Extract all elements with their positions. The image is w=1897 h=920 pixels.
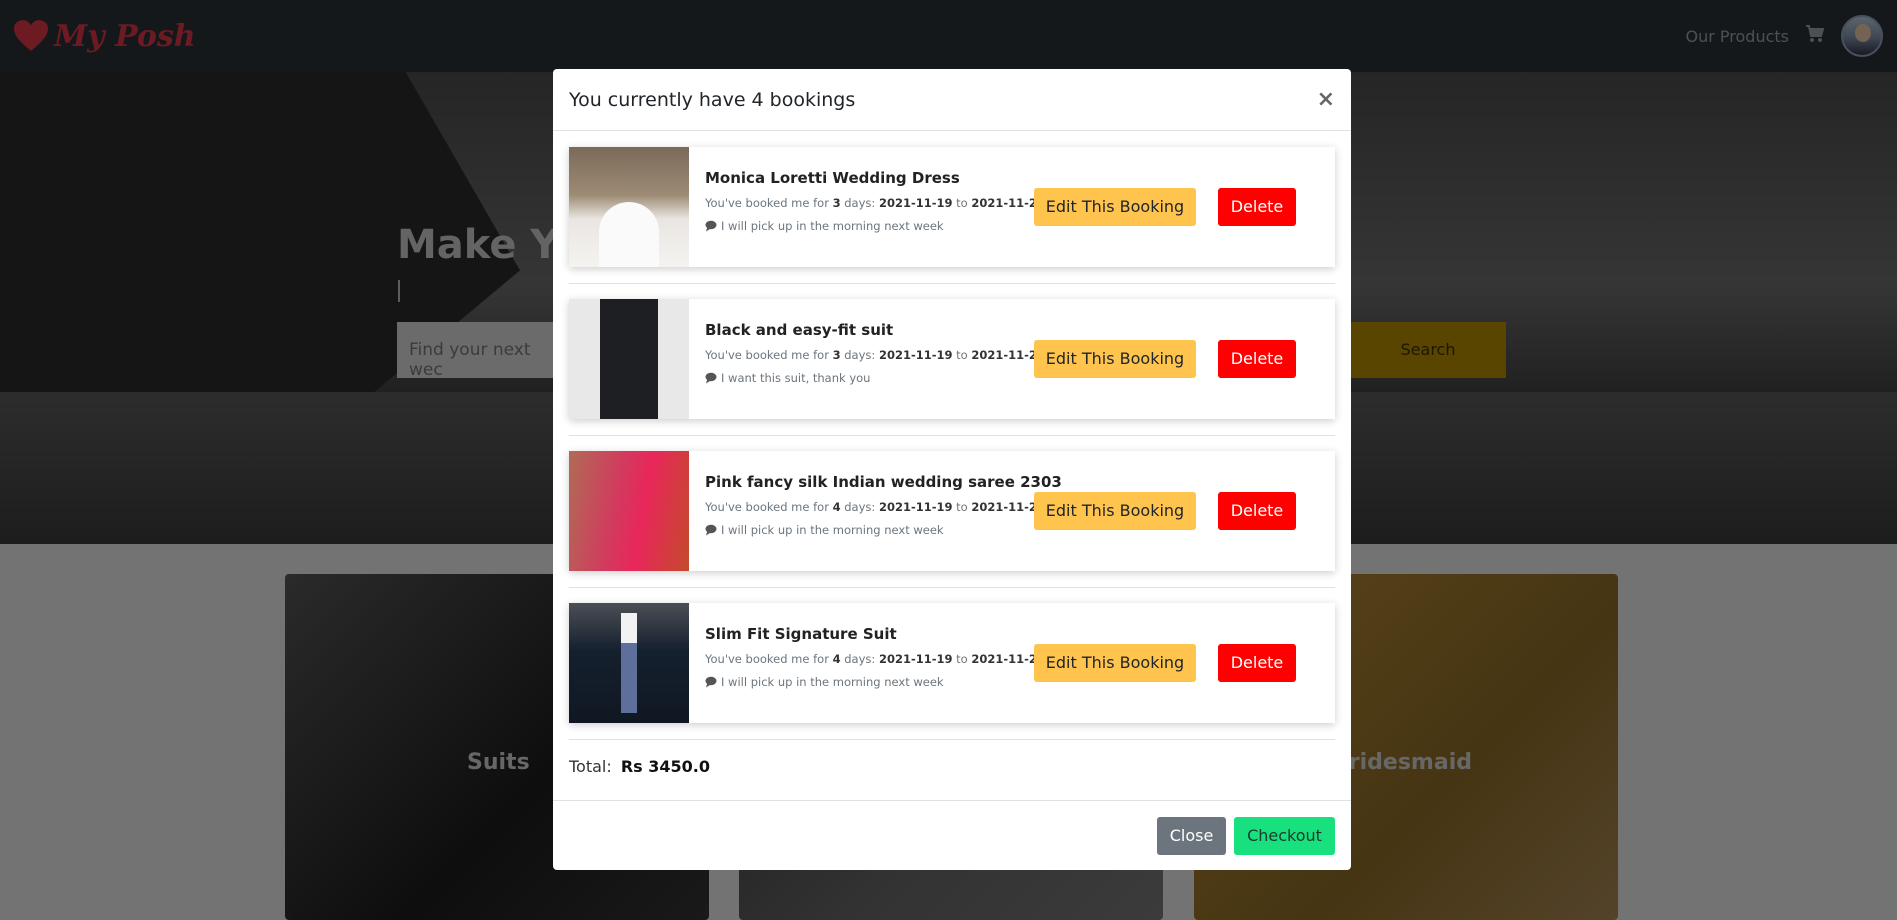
edit-booking-button[interactable]: Edit This Booking (1034, 644, 1196, 682)
booking-card: Black and easy-fit suit You've booked me… (569, 299, 1335, 419)
divider (569, 435, 1335, 436)
total-value: Rs 3450.0 (620, 757, 711, 776)
modal-body: Monica Loretti Wedding Dress You've book… (553, 131, 1351, 792)
edit-booking-button[interactable]: Edit This Booking (1034, 492, 1196, 530)
booking-card: Slim Fit Signature Suit You've booked me… (569, 603, 1335, 723)
modal-header: You currently have 4 bookings × (553, 69, 1351, 131)
product-name: Slim Fit Signature Suit (705, 625, 897, 643)
close-icon[interactable]: × (1317, 87, 1335, 112)
product-image[interactable] (569, 603, 689, 723)
product-name: Pink fancy silk Indian wedding saree 230… (705, 473, 1062, 491)
comment-icon (705, 524, 717, 536)
total-label: Total: (569, 757, 612, 776)
divider (569, 587, 1335, 588)
product-image[interactable] (569, 299, 689, 419)
divider (569, 739, 1335, 740)
total-line: Total: Rs 3450.0 (569, 755, 1335, 792)
modal-title: You currently have 4 bookings (569, 88, 856, 111)
divider (569, 283, 1335, 284)
edit-booking-button[interactable]: Edit This Booking (1034, 340, 1196, 378)
product-name: Black and easy-fit suit (705, 321, 894, 339)
product-name: Monica Loretti Wedding Dress (705, 169, 960, 187)
comment-icon (705, 372, 717, 384)
comment-icon (705, 220, 717, 232)
delete-booking-button[interactable]: Delete (1218, 492, 1296, 530)
edit-booking-button[interactable]: Edit This Booking (1034, 188, 1196, 226)
checkout-button[interactable]: Checkout (1234, 816, 1335, 855)
bookings-modal: You currently have 4 bookings × Monica L… (553, 69, 1351, 870)
product-image[interactable] (569, 451, 689, 571)
modal-footer: Close Checkout (553, 800, 1351, 870)
delete-booking-button[interactable]: Delete (1218, 188, 1296, 226)
close-button[interactable]: Close (1157, 816, 1226, 855)
product-image[interactable] (569, 147, 689, 267)
comment-icon (705, 676, 717, 688)
delete-booking-button[interactable]: Delete (1218, 340, 1296, 378)
booking-card: Monica Loretti Wedding Dress You've book… (569, 147, 1335, 267)
delete-booking-button[interactable]: Delete (1218, 644, 1296, 682)
booking-card: Pink fancy silk Indian wedding saree 230… (569, 451, 1335, 571)
